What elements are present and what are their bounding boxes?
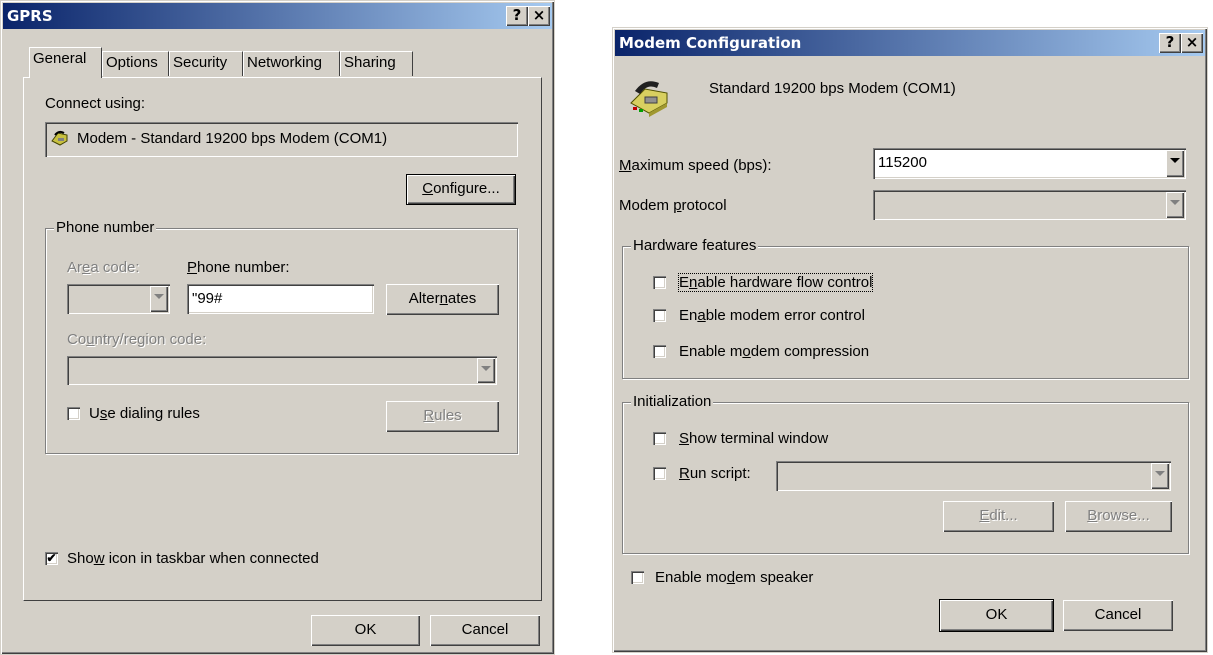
connect-using-label: Connect using: <box>45 95 146 112</box>
area-code-label: Area code: <box>67 259 140 276</box>
modem-protocol-select[interactable] <box>873 190 1186 220</box>
use-dialing-rules-checkbox[interactable] <box>67 407 80 420</box>
show-terminal-checkbox[interactable] <box>653 432 666 445</box>
tab-options[interactable]: Options <box>102 51 169 76</box>
modem-titlebar[interactable]: Modem Configuration ? × <box>615 30 1205 56</box>
chevron-down-icon[interactable] <box>1166 150 1184 177</box>
gprs-titlebar[interactable]: GPRS ? × <box>3 3 552 29</box>
modem-title: Modem Configuration <box>619 34 802 52</box>
country-region-label: Country/region code: <box>67 331 207 348</box>
chevron-down-icon[interactable] <box>150 286 168 312</box>
error-control-label[interactable]: Enable modem error control <box>679 307 865 324</box>
gprs-window: GPRS ? × General Options Security Networ… <box>0 0 555 655</box>
ok-button[interactable]: OK <box>311 615 420 646</box>
run-script-select[interactable] <box>776 461 1171 491</box>
hardware-flow-checkbox[interactable] <box>653 276 666 289</box>
tab-networking[interactable]: Networking <box>243 51 340 76</box>
close-button[interactable]: × <box>1181 33 1203 53</box>
help-button[interactable]: ? <box>506 6 528 26</box>
cancel-button[interactable]: Cancel <box>1063 600 1173 631</box>
close-button[interactable]: × <box>528 6 550 26</box>
init-group-label: Initialization <box>631 393 714 410</box>
configure-button[interactable]: Configure... <box>406 174 516 205</box>
modem-protocol-label: Modem protocol <box>619 197 727 214</box>
ok-button[interactable]: OK <box>939 599 1054 632</box>
use-dialing-rules-label[interactable]: Use dialing rules <box>89 405 200 422</box>
modem-name: Standard 19200 bps Modem (COM1) <box>709 80 956 97</box>
hardware-group-label: Hardware features <box>631 237 759 254</box>
show-icon-checkbox[interactable]: ✔ <box>45 552 58 565</box>
show-icon-label[interactable]: Show icon in taskbar when connected <box>67 550 319 567</box>
hardware-flow-label[interactable]: Enable hardware flow control <box>677 273 874 292</box>
run-script-checkbox[interactable] <box>653 467 666 480</box>
phone-number-input[interactable]: "99# <box>187 284 374 314</box>
phone-group-label: Phone number <box>54 219 157 236</box>
tab-security[interactable]: Security <box>169 51 243 76</box>
browse-button[interactable]: Browse... <box>1065 501 1172 532</box>
rules-button[interactable]: Rules <box>386 401 499 432</box>
phone-number-label: Phone number: <box>187 259 290 276</box>
device-name: Modem - Standard 19200 bps Modem (COM1) <box>77 130 388 147</box>
modem-icon <box>50 129 70 147</box>
chevron-down-icon[interactable] <box>1166 192 1184 218</box>
modem-config-window: Modem Configuration ? × Standard 19200 b… <box>612 27 1208 653</box>
run-script-label[interactable]: Run script: <box>679 465 751 482</box>
chevron-down-icon[interactable] <box>477 358 495 383</box>
alternates-button[interactable]: Alternates <box>386 284 499 315</box>
error-control-checkbox[interactable] <box>653 309 666 322</box>
modem-speaker-checkbox[interactable] <box>631 571 644 584</box>
help-button[interactable]: ? <box>1159 33 1181 53</box>
country-region-select[interactable] <box>67 356 497 385</box>
telephone-icon <box>627 73 671 117</box>
max-speed-select[interactable]: 115200 <box>873 148 1186 179</box>
tab-general[interactable]: General <box>29 47 102 78</box>
compression-checkbox[interactable] <box>653 345 666 358</box>
gprs-title: GPRS <box>7 7 53 25</box>
max-speed-label: Maximum speed (bps): <box>619 157 772 174</box>
device-box: Modem - Standard 19200 bps Modem (COM1) <box>45 122 518 157</box>
edit-button[interactable]: Edit... <box>943 501 1054 532</box>
tab-sharing[interactable]: Sharing <box>340 51 413 76</box>
modem-speaker-label[interactable]: Enable modem speaker <box>655 569 813 586</box>
cancel-button[interactable]: Cancel <box>430 615 540 646</box>
chevron-down-icon[interactable] <box>1151 463 1169 489</box>
area-code-select[interactable] <box>67 284 170 314</box>
show-terminal-label[interactable]: Show terminal window <box>679 430 828 447</box>
compression-label[interactable]: Enable modem compression <box>679 343 869 360</box>
